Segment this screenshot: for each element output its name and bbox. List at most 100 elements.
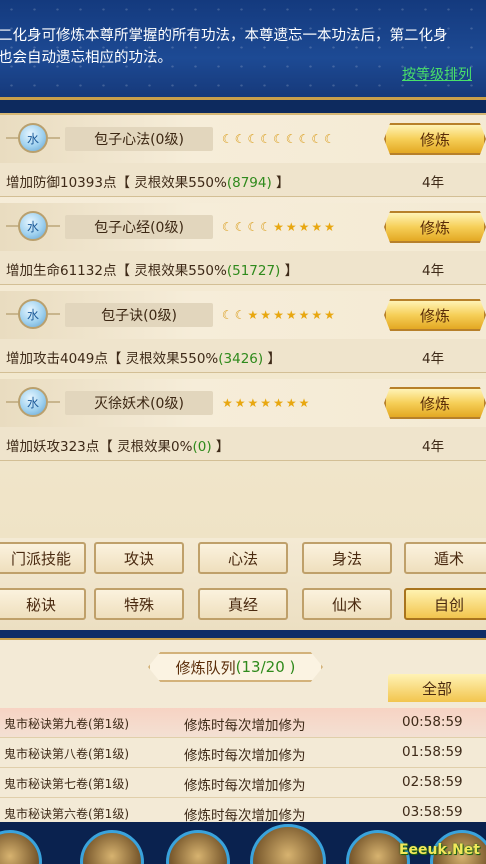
moon-rank-icon: ☾ <box>247 220 259 234</box>
moon-rank-icon: ☾ <box>260 220 272 234</box>
skill-name: 包子心经(0级) <box>65 215 213 239</box>
moon-rank-icon: ☾ <box>222 132 233 146</box>
info-text: 二化身可修炼本尊所掌握的所有功法，本尊遗忘一本功法后，第二化身 也会自动遗忘相应… <box>0 25 486 69</box>
star-rank-icon: ★ <box>273 396 284 410</box>
skill-rank-stars: ★ ★ ★ ★ ★ ★ ★ <box>222 393 309 413</box>
avatar[interactable] <box>166 830 230 864</box>
moon-rank-icon: ☾ <box>222 308 233 322</box>
skill-name: 包子心法(0级) <box>65 127 213 151</box>
queue-skill: 鬼市秘诀第六卷(第1级) <box>4 807 129 821</box>
training-queue: 修炼队列 (13/20 ) 全部 鬼市秘诀第九卷(第1级) 修炼时每次增加修为 0… <box>0 638 486 828</box>
info-line-1: 二化身可修炼本尊所掌握的所有功法，本尊遗忘一本功法后，第二化身 <box>0 28 448 44</box>
moon-rank-icon: ☾ <box>260 132 272 146</box>
star-rank-icon: ★ <box>285 396 297 410</box>
water-element-icon: 水 <box>6 123 60 153</box>
star-rank-icon: ★ <box>324 308 335 322</box>
tab-escape[interactable]: 遁术 <box>404 542 486 574</box>
skill-rank-stars: ☾ ☾ ☾ ☾ ☾ ☾ ☾ ☾ ☾ <box>222 129 335 149</box>
water-element-icon: 水 <box>6 299 60 329</box>
watermark-logo: Eeeuk.Net <box>398 842 480 858</box>
moon-rank-icon: ☾ <box>234 132 246 146</box>
skill-effect: 增加妖攻323点【 灵根效果0%(0) 】 <box>6 435 229 455</box>
avatar[interactable] <box>250 824 326 864</box>
effect-close: 】 <box>280 263 299 279</box>
star-rank-icon: ★ <box>273 220 284 234</box>
skill-rank-stars: ☾ ☾ ☾ ☾ ★ ★ ★ ★ ★ <box>222 217 335 237</box>
skill-effect: 增加生命61132点【 灵根效果550%(51727) 】 <box>6 259 298 279</box>
effect-value: (0) <box>192 439 212 455</box>
queue-row[interactable]: 鬼市秘诀第七卷(第1级) 修炼时每次增加修为 02:58:59 <box>0 768 486 798</box>
effect-text: 增加生命61132点【 灵根效果550% <box>6 263 227 279</box>
star-rank-icon: ★ <box>298 220 310 234</box>
water-element-icon: 水 <box>6 211 60 241</box>
star-rank-icon: ★ <box>247 396 259 410</box>
star-rank-icon: ★ <box>260 396 272 410</box>
moon-rank-icon: ☾ <box>298 132 310 146</box>
skill-duration: 4年 <box>422 439 445 455</box>
skill-duration: 4年 <box>422 351 445 367</box>
tab-body-method[interactable]: 身法 <box>302 542 392 574</box>
queue-title: 修炼队列 (13/20 ) <box>148 652 323 682</box>
skill-name: 灭徐妖术(0级) <box>65 391 213 415</box>
queue-title-text: 修炼队列 <box>175 658 236 677</box>
queue-time: 00:58:59 <box>402 714 463 730</box>
tab-sect-skills[interactable]: 门派技能 <box>0 542 86 574</box>
queue-time: 03:58:59 <box>402 804 463 820</box>
skill-entry: 水 包子诀(0级) ☾ ☾ ★ ★ ★ ★ ★ ★ ★ 修炼 增加攻击4049点【 灵根效果55… <box>0 291 486 379</box>
tab-attack[interactable]: 攻诀 <box>94 542 184 574</box>
moon-rank-icon: ☾ <box>247 132 259 146</box>
star-rank-icon: ★ <box>247 308 259 322</box>
queue-count: (13/20 ) <box>235 658 296 676</box>
skill-list: 水 包子心法(0级) ☾ ☾ ☾ ☾ ☾ ☾ ☾ ☾ ☾ 修炼 增加防御10393点【 灵根效果… <box>0 113 486 538</box>
train-button[interactable]: 修炼 <box>384 211 486 243</box>
star-rank-icon: ★ <box>311 220 323 234</box>
queue-desc: 修炼时每次增加修为 <box>184 718 306 734</box>
queue-time: 02:58:59 <box>402 774 463 790</box>
train-button[interactable]: 修炼 <box>384 123 486 155</box>
moon-rank-icon: ☾ <box>222 220 233 234</box>
queue-skill: 鬼市秘诀第八卷(第1级) <box>4 747 129 761</box>
skill-duration: 4年 <box>422 175 445 191</box>
queue-time: 01:58:59 <box>402 744 463 760</box>
effect-value: (3426) <box>218 351 264 367</box>
star-rank-icon: ★ <box>273 308 284 322</box>
train-button[interactable]: 修炼 <box>384 387 486 419</box>
queue-skill: 鬼市秘诀第七卷(第1级) <box>4 777 129 791</box>
avatar[interactable] <box>80 830 144 864</box>
tab-special[interactable]: 特殊 <box>94 588 184 620</box>
avatar[interactable] <box>0 830 42 864</box>
tab-self-created[interactable]: 自创 <box>404 588 486 620</box>
queue-skill: 鬼市秘诀第九卷(第1级) <box>4 717 129 731</box>
moon-rank-icon: ☾ <box>234 308 246 322</box>
effect-close: 】 <box>263 351 281 367</box>
star-rank-icon: ★ <box>260 308 272 322</box>
star-rank-icon: ★ <box>298 396 310 410</box>
queue-row[interactable]: 鬼市秘诀第八卷(第1级) 修炼时每次增加修为 01:58:59 <box>0 738 486 768</box>
effect-text: 增加妖攻323点【 灵根效果0% <box>6 439 193 455</box>
skill-entry: 水 包子心法(0级) ☾ ☾ ☾ ☾ ☾ ☾ ☾ ☾ ☾ 修炼 增加防御10393点【 灵根效果… <box>0 115 486 203</box>
star-rank-icon: ★ <box>324 220 335 234</box>
train-button[interactable]: 修炼 <box>384 299 486 331</box>
all-button[interactable]: 全部 <box>388 674 486 702</box>
effect-text: 增加防御10393点【 灵根效果550% <box>6 175 227 191</box>
tab-heart-method[interactable]: 心法 <box>198 542 288 574</box>
effect-value: (8794) <box>226 175 272 191</box>
star-rank-icon: ★ <box>298 308 310 322</box>
moon-rank-icon: ☾ <box>285 132 297 146</box>
moon-rank-icon: ☾ <box>273 132 284 146</box>
skill-name: 包子诀(0级) <box>65 303 213 327</box>
effect-close: 】 <box>271 175 290 191</box>
skill-entry: 水 灭徐妖术(0级) ★ ★ ★ ★ ★ ★ ★ 修炼 增加妖攻323点【 灵根效果0%(0… <box>0 379 486 467</box>
moon-rank-icon: ☾ <box>234 220 246 234</box>
info-banner: 二化身可修炼本尊所掌握的所有功法，本尊遗忘一本功法后，第二化身 也会自动遗忘相应… <box>0 0 486 100</box>
queue-row[interactable]: 鬼市秘诀第九卷(第1级) 修炼时每次增加修为 00:58:59 <box>0 708 486 738</box>
sort-by-level-link[interactable]: 按等级排列 <box>402 64 472 84</box>
tab-scripture[interactable]: 真经 <box>198 588 288 620</box>
effect-text: 增加攻击4049点【 灵根效果550% <box>6 351 219 367</box>
skill-duration: 4年 <box>422 263 445 279</box>
tab-secret[interactable]: 秘诀 <box>0 588 86 620</box>
tab-immortal-art[interactable]: 仙术 <box>302 588 392 620</box>
star-rank-icon: ★ <box>234 396 246 410</box>
water-element-icon: 水 <box>6 387 60 417</box>
skill-effect: 增加攻击4049点【 灵根效果550%(3426) 】 <box>6 347 281 367</box>
